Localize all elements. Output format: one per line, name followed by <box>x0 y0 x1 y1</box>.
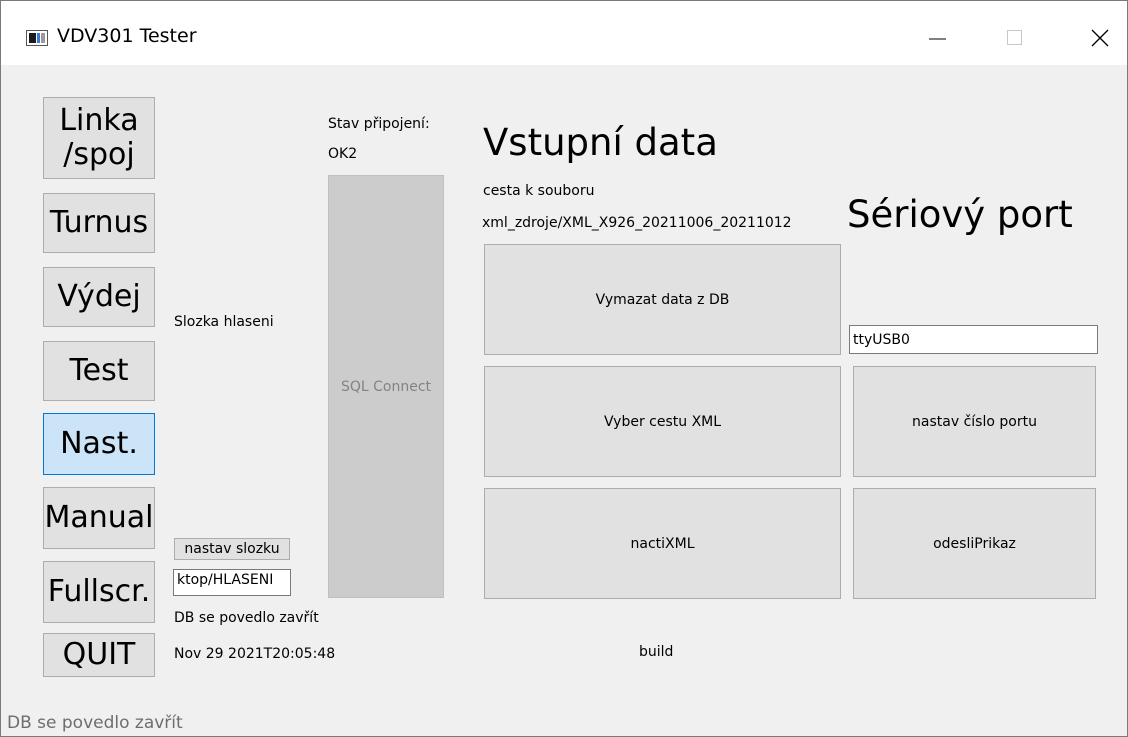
maximize-icon <box>1007 30 1022 45</box>
folder-path-input[interactable]: ktop/HLASENI <box>173 569 291 596</box>
nav-manual-button[interactable]: Manual <box>43 487 155 549</box>
title-bar: VDV301 Tester <box>1 1 1127 65</box>
app-icon <box>26 30 48 46</box>
minimize-button[interactable] <box>899 1 975 65</box>
connection-status-value: OK2 <box>328 146 358 162</box>
minimize-icon <box>929 38 946 40</box>
nav-turnus-button[interactable]: Turnus <box>43 193 155 253</box>
build-date: Nov 29 2021T20:05:48 <box>174 646 336 662</box>
choose-xml-path-button[interactable]: Vyber cestu XML <box>484 366 841 477</box>
set-port-number-button[interactable]: nastav číslo portu <box>853 366 1096 477</box>
close-icon <box>1091 29 1109 47</box>
sql-connect-button[interactable]: SQL Connect <box>328 175 444 598</box>
db-closed-message: DB se povedlo zavřít <box>174 610 319 626</box>
nav-fullscreen-button[interactable]: Fullscr. <box>43 561 155 623</box>
clear-db-button[interactable]: Vymazat data z DB <box>484 244 841 355</box>
serial-port-heading: Sériový port <box>847 193 1073 236</box>
build-label: build <box>639 644 674 660</box>
load-xml-button[interactable]: nactiXML <box>484 488 841 599</box>
close-button[interactable] <box>1051 1 1127 65</box>
connection-status-label: Stav připojení: <box>328 116 430 132</box>
nav-quit-button[interactable]: QUIT <box>43 633 155 677</box>
send-command-button[interactable]: odesliPrikaz <box>853 488 1096 599</box>
folder-label: Slozka hlaseni <box>174 314 274 330</box>
file-path-label: cesta k souboru <box>483 183 595 199</box>
file-path-value: xml_zdroje/XML_X926_20211006_20211012 <box>482 215 792 231</box>
nav-test-button[interactable]: Test <box>43 341 155 401</box>
app-window: VDV301 Tester Linka /spoj Turnus Výdej T… <box>0 0 1128 737</box>
nav-linka-spoj-button[interactable]: Linka /spoj <box>43 97 155 179</box>
serial-port-input[interactable]: ttyUSB0 <box>849 325 1098 354</box>
status-bar-message: DB se povedlo zavřít <box>7 713 183 733</box>
input-data-heading: Vstupní data <box>483 121 718 164</box>
nav-settings-button[interactable]: Nast. <box>43 413 155 475</box>
nav-vydej-button[interactable]: Výdej <box>43 267 155 327</box>
window-title: VDV301 Tester <box>57 25 197 47</box>
maximize-button[interactable] <box>975 1 1051 65</box>
set-folder-button[interactable]: nastav slozku <box>174 538 290 560</box>
